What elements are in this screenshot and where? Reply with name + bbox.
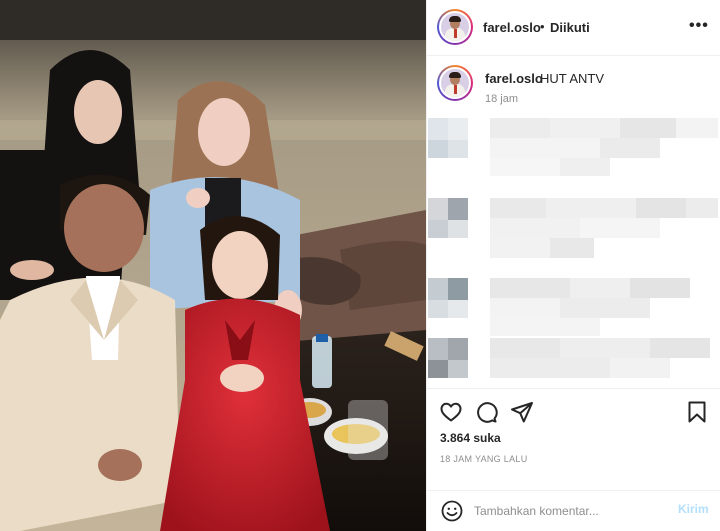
add-comment-bar: Kirim <box>426 490 720 531</box>
caption-text: HUT ANTV <box>540 71 605 86</box>
comment-icon[interactable] <box>474 400 498 424</box>
separator-dot: • <box>540 19 545 34</box>
caption-username[interactable]: farel.oslo <box>485 71 543 86</box>
comment-input[interactable] <box>474 501 664 521</box>
caption-time: 18 jam <box>485 93 519 105</box>
header-username[interactable]: farel.oslo <box>483 20 541 35</box>
likes-count[interactable]: 3.864 suka <box>440 431 501 445</box>
pixelation-mosaic <box>428 118 718 378</box>
heart-icon[interactable] <box>439 400 463 424</box>
post-timestamp: 18 JAM YANG LALU <box>440 454 528 464</box>
caption-avatar[interactable] <box>437 65 473 101</box>
more-options-icon[interactable]: ••• <box>689 17 709 35</box>
share-icon[interactable] <box>510 400 534 424</box>
post-actions: 3.864 suka 18 JAM YANG LALU <box>426 388 720 490</box>
follow-status-button[interactable]: Diikuti <box>550 20 590 35</box>
bookmark-icon[interactable] <box>685 400 709 424</box>
photo-illustration <box>0 0 426 531</box>
emoji-icon[interactable] <box>440 499 464 523</box>
pixelated-comments <box>428 113 718 387</box>
post-header: farel.oslo • Diikuti ••• <box>427 0 720 56</box>
post-comment-button[interactable]: Kirim <box>678 502 709 516</box>
profile-avatar[interactable] <box>437 9 473 45</box>
post-photo[interactable] <box>0 0 426 531</box>
